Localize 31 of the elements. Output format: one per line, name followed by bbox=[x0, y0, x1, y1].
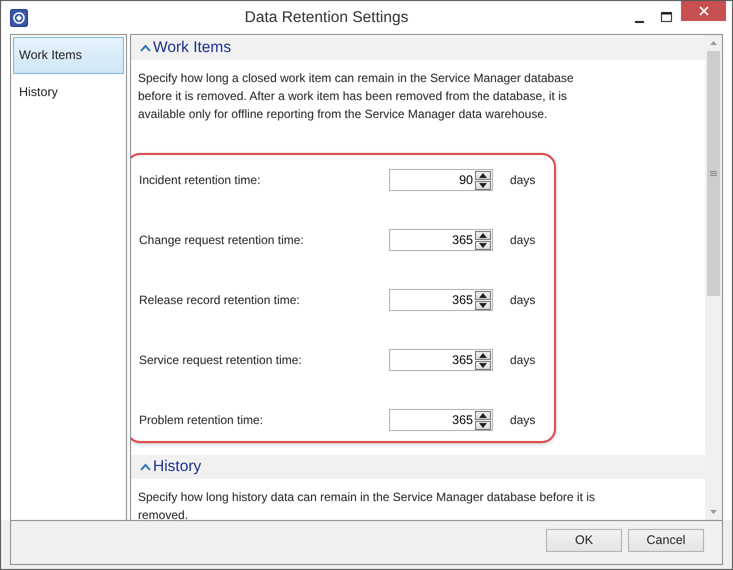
sidebar-item[interactable]: History bbox=[13, 74, 124, 110]
window-title: Data Retention Settings bbox=[244, 8, 410, 28]
scrollbar[interactable] bbox=[705, 35, 722, 520]
sidebar-item[interactable]: Work Items bbox=[13, 37, 124, 74]
maximize-icon bbox=[661, 12, 673, 23]
minimize-icon bbox=[634, 20, 644, 22]
expander-icon[interactable] bbox=[140, 463, 151, 471]
unit-label: days bbox=[510, 172, 536, 189]
unit-label: days bbox=[510, 292, 536, 309]
section-description: Specify how long a closed work item can remain in the Service Manager database before it is removed. After a work item has been removed from the database, it is available only for offline reporting from the Service Manager data warehouse. bbox=[137, 70, 575, 123]
unit-label: days bbox=[510, 232, 536, 249]
expander-icon[interactable] bbox=[140, 44, 151, 52]
app-icon bbox=[10, 8, 28, 26]
section-title: History bbox=[153, 457, 202, 478]
field-label: Incident retention time: bbox=[139, 172, 262, 189]
section-header[interactable]: Work Items bbox=[131, 36, 705, 60]
ok-button[interactable]: OK bbox=[546, 529, 622, 552]
unit-label: days bbox=[510, 352, 536, 369]
close-button[interactable] bbox=[681, 1, 726, 21]
section-header[interactable]: History bbox=[131, 455, 705, 479]
field-label: Change request retention time: bbox=[139, 232, 305, 249]
field-label: Service request retention time: bbox=[139, 352, 303, 369]
unit-label: days bbox=[510, 412, 536, 429]
close-icon bbox=[698, 6, 708, 16]
cancel-button[interactable]: Cancel bbox=[628, 529, 704, 552]
scrollbar-thumb[interactable] bbox=[707, 51, 720, 296]
section-description: Specify how long history data can remain in the Service Manager database before it is removed. bbox=[137, 489, 596, 520]
field-label: Release record retention time: bbox=[139, 292, 301, 309]
grip-icon bbox=[710, 171, 717, 176]
field-label: Problem retention time: bbox=[139, 412, 264, 429]
section-title: Work Items bbox=[153, 38, 232, 58]
